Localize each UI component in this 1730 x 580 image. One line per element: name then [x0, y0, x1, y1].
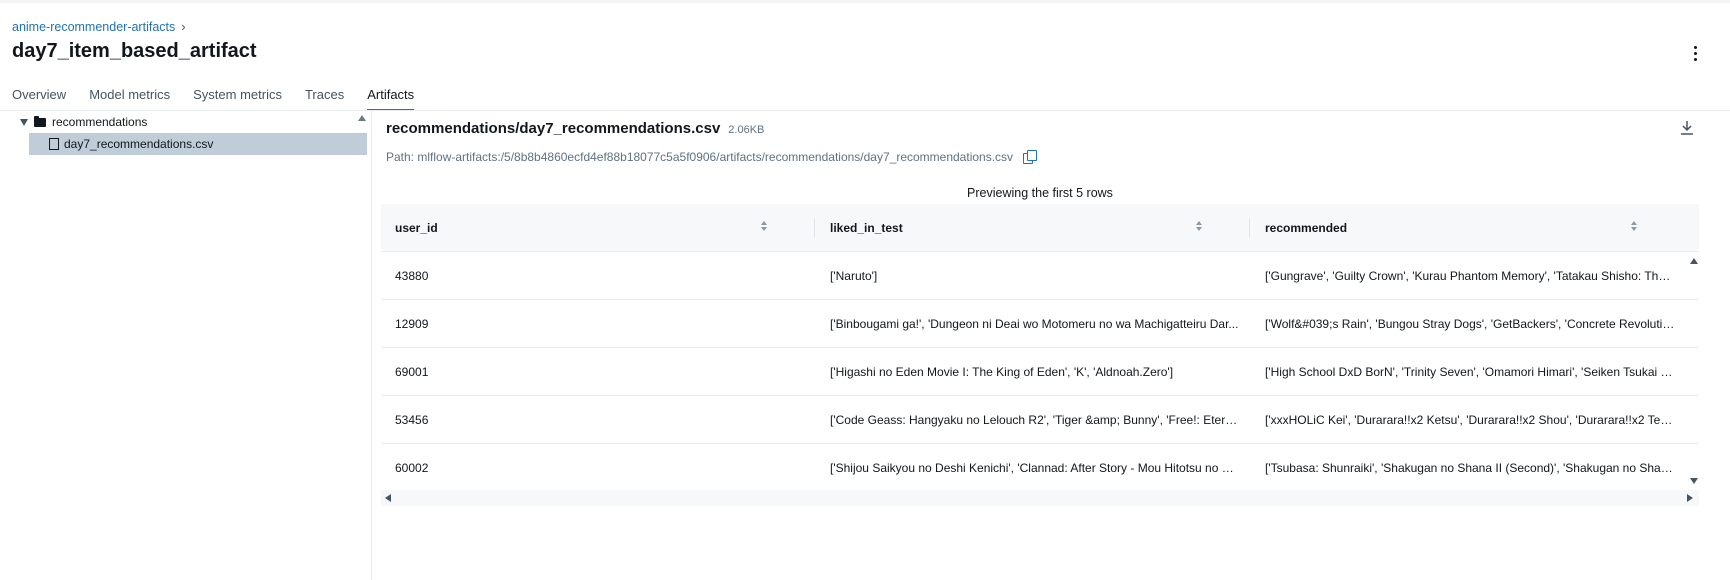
artifact-path-row: Path: mlflow-artifacts:/5/8b8b4860ecfd4e… — [386, 150, 1038, 164]
tree-file-day7-recommendations[interactable]: day7_recommendations.csv — [29, 133, 367, 155]
cell-liked-in-test: ['Binbougami ga!', 'Dungeon ni Deai wo M… — [830, 317, 1239, 331]
cell-recommended: ['xxxHOLiC Kei', 'Durarara!!x2 Ketsu', '… — [1265, 413, 1675, 427]
tab-system-metrics[interactable]: System metrics — [193, 87, 282, 111]
sort-icon[interactable] — [761, 221, 767, 231]
column-header-label: recommended — [1265, 221, 1348, 235]
table-row: 43880 ['Naruto'] ['Gungrave', 'Guilty Cr… — [381, 252, 1699, 300]
cell-liked-in-test: ['Naruto'] — [830, 269, 878, 283]
run-tabs: Overview Model metrics System metrics Tr… — [12, 87, 437, 111]
tree-scroll-up-icon[interactable] — [358, 115, 366, 121]
table-row: 69001 ['Higashi no Eden Movie I: The Kin… — [381, 348, 1699, 396]
column-divider — [1249, 218, 1250, 238]
tree-folder-label: recommendations — [52, 115, 148, 129]
tab-model-metrics[interactable]: Model metrics — [89, 87, 170, 111]
breadcrumb-experiment-link[interactable]: anime-recommender-artifacts — [12, 20, 175, 34]
cell-liked-in-test: ['Shijou Saikyou no Deshi Kenichi', 'Cla… — [830, 461, 1240, 475]
tree-folder-recommendations[interactable]: recommendations — [20, 113, 147, 131]
table-row: 53456 ['Code Geass: Hangyaku no Lelouch … — [381, 396, 1699, 444]
column-header-label: user_id — [395, 221, 438, 235]
page-title: day7_item_based_artifact — [12, 40, 257, 62]
artifact-path: Path: mlflow-artifacts:/5/8b8b4860ecfd4e… — [386, 150, 1014, 164]
column-header-recommended[interactable]: recommended — [1265, 204, 1649, 252]
scroll-right-icon[interactable] — [1687, 494, 1693, 502]
cell-liked-in-test: ['Higashi no Eden Movie I: The King of E… — [830, 365, 1174, 379]
cell-user-id: 43880 — [395, 269, 429, 283]
sort-icon[interactable] — [1631, 221, 1637, 231]
artifact-header: recommendations/day7_recommendations.csv… — [386, 120, 764, 137]
cell-user-id: 69001 — [395, 365, 429, 379]
csv-preview-table: user_id liked_in_test recommended 43880 … — [381, 204, 1699, 504]
cell-user-id: 60002 — [395, 461, 429, 475]
scroll-left-icon[interactable] — [385, 494, 391, 502]
column-header-user-id[interactable]: user_id — [395, 204, 779, 252]
column-header-liked-in-test[interactable]: liked_in_test — [830, 204, 1214, 252]
table-row: 60002 ['Shijou Saikyou no Deshi Kenichi'… — [381, 444, 1699, 492]
tree-file-label: day7_recommendations.csv — [64, 137, 214, 151]
horizontal-scrollbar[interactable] — [381, 490, 1699, 506]
copy-icon[interactable] — [1023, 150, 1038, 164]
table-header: user_id liked_in_test recommended — [381, 204, 1699, 252]
folder-icon — [34, 115, 46, 127]
cell-user-id: 12909 — [395, 317, 429, 331]
breadcrumb: anime-recommender-artifacts › — [12, 19, 186, 34]
artifact-size: 2.06KB — [728, 124, 765, 136]
cell-recommended: ['High School DxD BorN', 'Trinity Seven'… — [1265, 365, 1675, 379]
caret-down-icon[interactable] — [20, 118, 28, 126]
cell-liked-in-test: ['Code Geass: Hangyaku no Lelouch R2', '… — [830, 413, 1240, 427]
top-strip — [0, 0, 1730, 3]
download-icon[interactable] — [1680, 120, 1694, 136]
sort-icon[interactable] — [1196, 221, 1202, 231]
cell-user-id: 53456 — [395, 413, 429, 427]
cell-recommended: ['Gungrave', 'Guilty Crown', 'Kurau Phan… — [1265, 269, 1675, 283]
column-divider — [814, 218, 815, 238]
artifact-title: recommendations/day7_recommendations.csv — [386, 120, 721, 137]
breadcrumb-separator-icon: › — [181, 19, 186, 34]
tab-traces[interactable]: Traces — [305, 87, 344, 111]
tab-overview[interactable]: Overview — [12, 87, 66, 111]
table-row: 12909 ['Binbougami ga!', 'Dungeon ni Dea… — [381, 300, 1699, 348]
csv-file-icon — [49, 138, 59, 150]
table-scroll-up-icon[interactable] — [1690, 258, 1698, 264]
cell-recommended: ['Wolf&#039;s Rain', 'Bungou Stray Dogs'… — [1265, 317, 1675, 331]
table-scroll-down-icon[interactable] — [1690, 478, 1698, 484]
more-options-icon[interactable] — [1688, 44, 1702, 62]
preview-note: Previewing the first 5 rows — [967, 186, 1113, 200]
tab-artifacts[interactable]: Artifacts — [367, 87, 415, 111]
artifact-tree: recommendations day7_recommendations.csv — [12, 111, 372, 580]
cell-recommended: ['Tsubasa: Shunraiki', 'Shakugan no Shan… — [1265, 461, 1675, 475]
column-header-label: liked_in_test — [830, 221, 903, 235]
